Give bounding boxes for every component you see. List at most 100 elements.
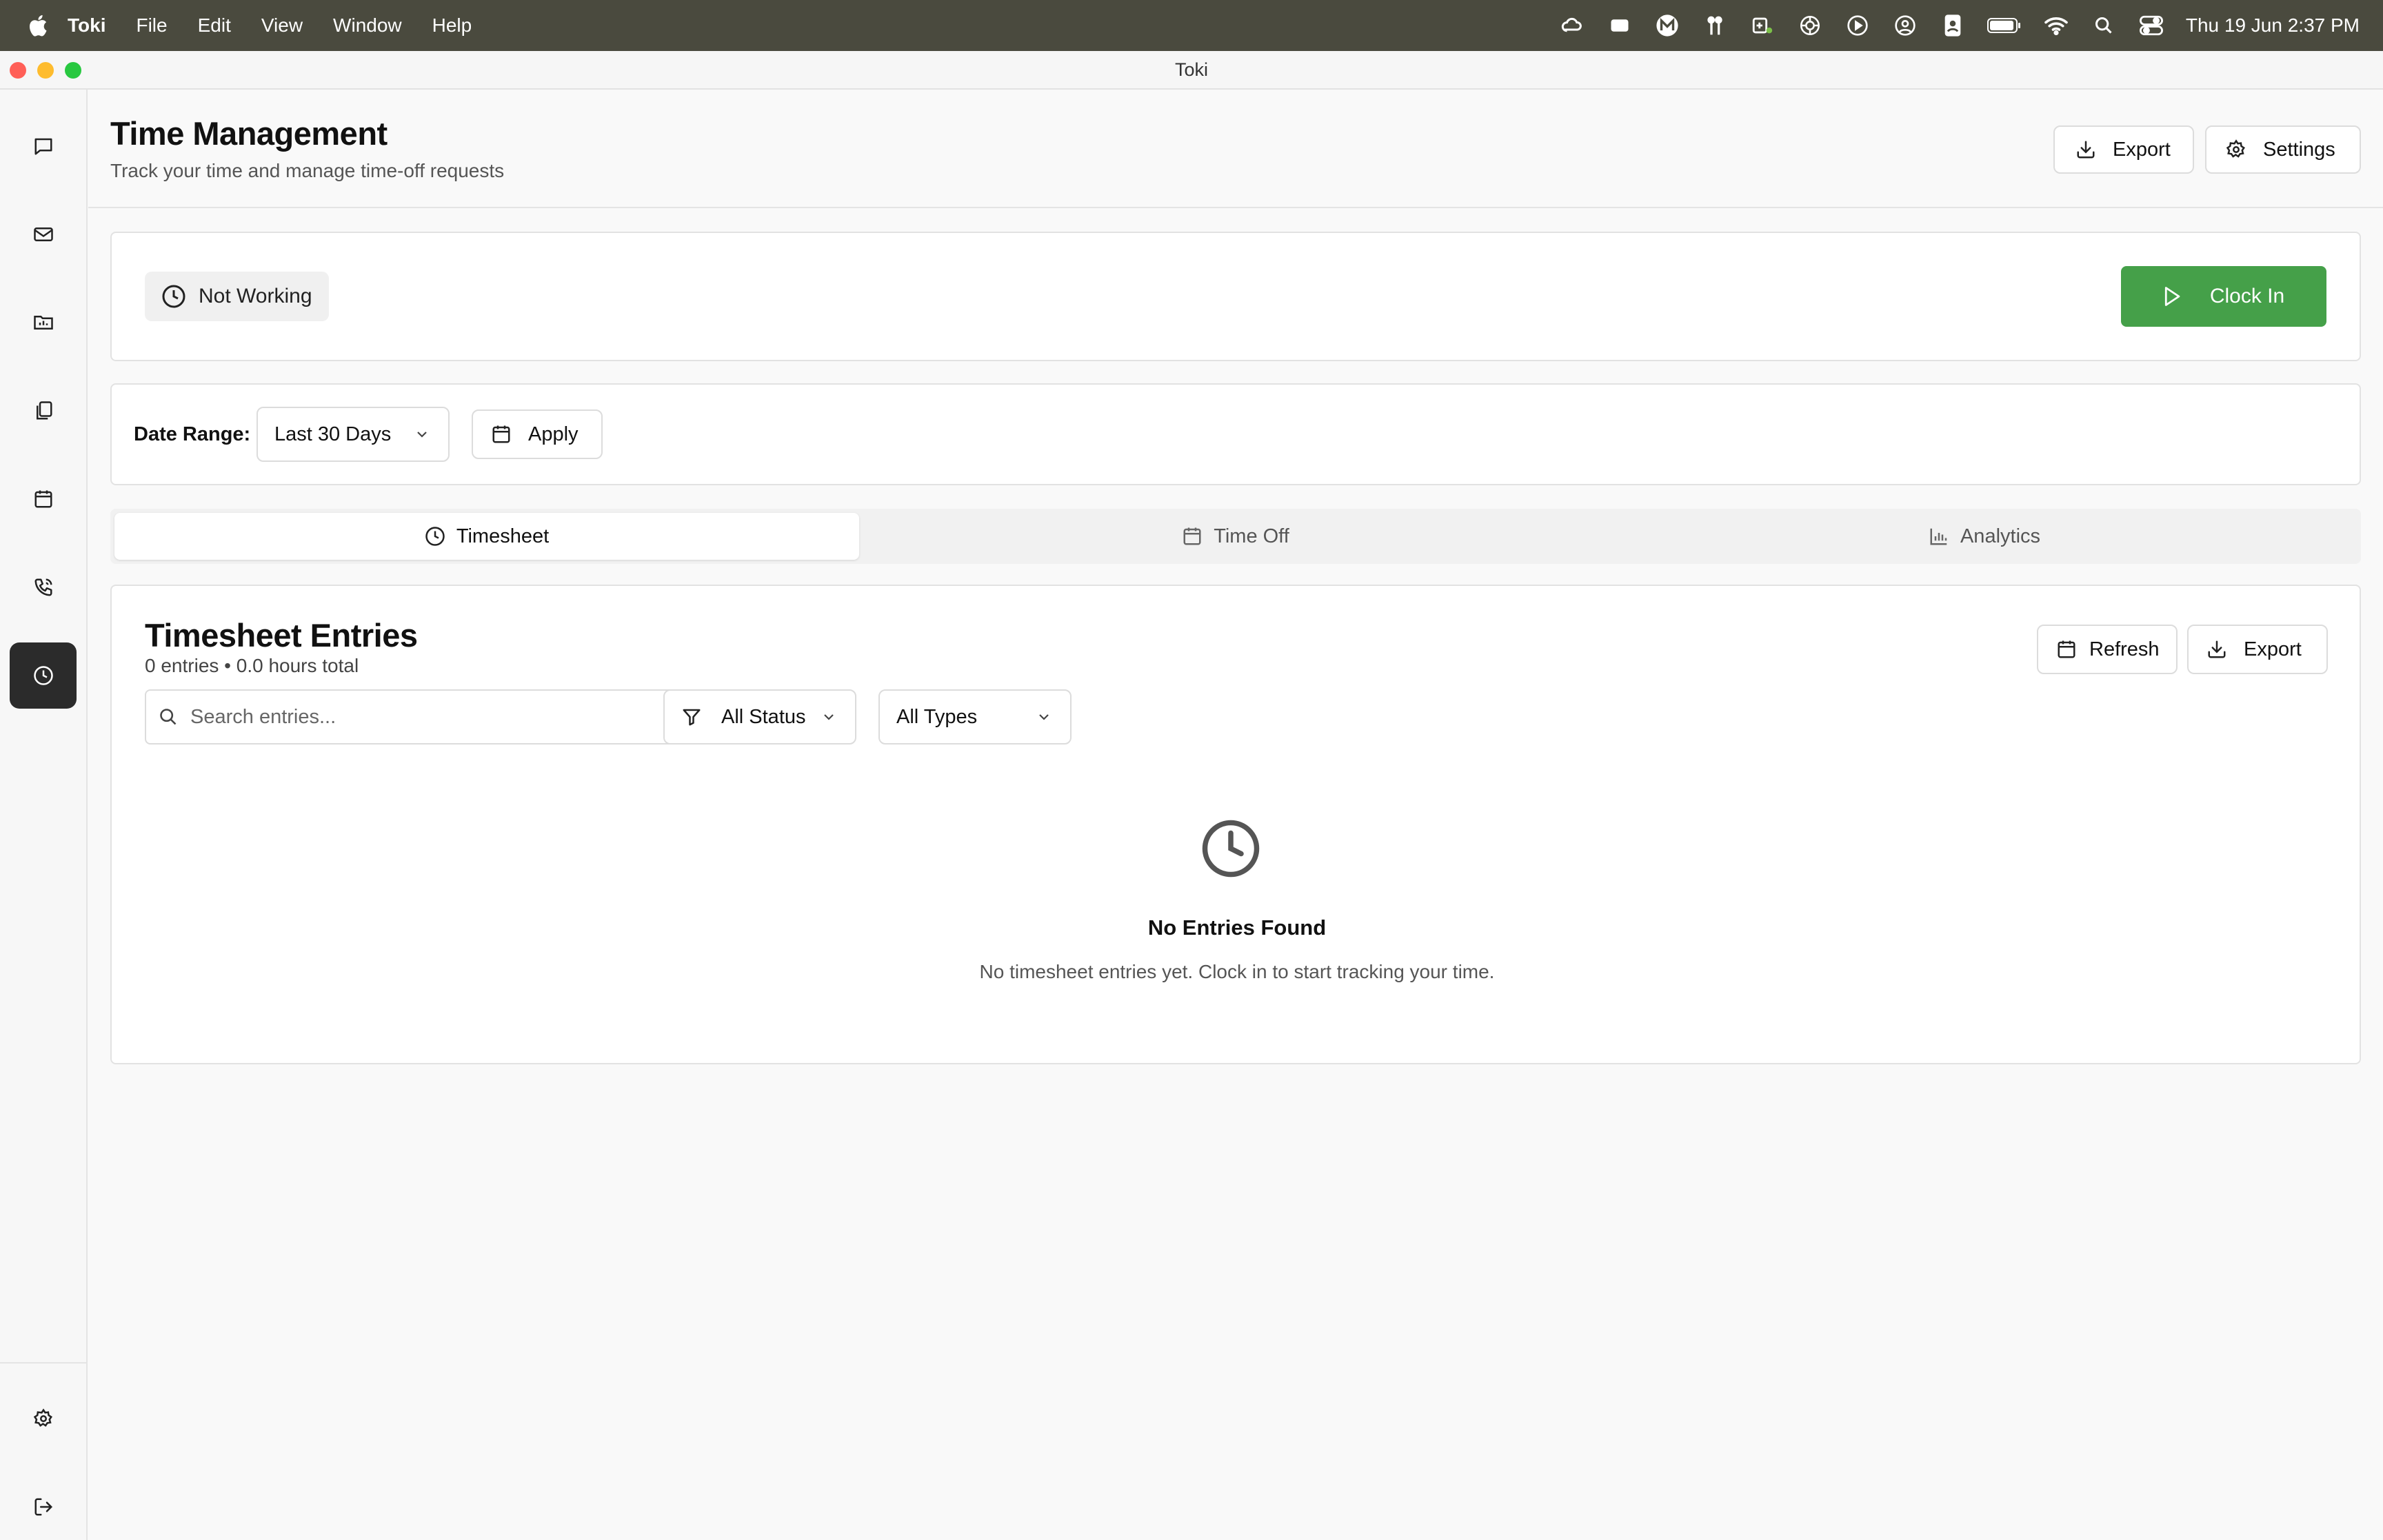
status-text: Not Working bbox=[199, 285, 312, 307]
clock-in-button[interactable]: Clock In bbox=[2121, 266, 2326, 327]
date-range-card: Date Range: Last 30 Days Apply bbox=[110, 383, 2361, 485]
main-content: Time Management Track your time and mana… bbox=[88, 90, 2383, 1540]
tab-analytics[interactable]: Analytics bbox=[1612, 513, 2357, 560]
timesheet-export-button[interactable]: Export bbox=[2187, 625, 2328, 674]
header-export-label: Export bbox=[2113, 138, 2171, 161]
apple-logo-icon[interactable] bbox=[26, 13, 48, 38]
chevron-down-icon bbox=[417, 432, 427, 438]
sidebar-item-time[interactable] bbox=[10, 642, 77, 709]
menu-help[interactable]: Help bbox=[432, 14, 472, 37]
sidebar-divider bbox=[0, 1362, 88, 1364]
play-icon bbox=[2164, 287, 2180, 306]
chatgpt-icon[interactable] bbox=[1796, 12, 1824, 39]
keys-icon[interactable] bbox=[1701, 12, 1729, 39]
video-icon[interactable] bbox=[1606, 12, 1633, 39]
timesheet-export-label: Export bbox=[2244, 638, 2302, 660]
menu-bar: Toki File Edit View Window Help Thu 19 J… bbox=[0, 0, 2383, 51]
calendar-icon bbox=[2058, 640, 2075, 658]
header-settings-button[interactable]: Settings bbox=[2205, 125, 2361, 174]
user-circle-icon[interactable] bbox=[1891, 12, 1919, 39]
header-settings-label: Settings bbox=[2263, 138, 2335, 161]
calendar-icon bbox=[492, 425, 510, 443]
menu-edit[interactable]: Edit bbox=[198, 14, 231, 37]
search-field[interactable] bbox=[145, 689, 674, 744]
minimize-window-button[interactable] bbox=[37, 62, 54, 79]
status-filter-value: All Status bbox=[721, 705, 806, 728]
tab-time-off[interactable]: Time Off bbox=[863, 513, 1608, 560]
status-badge: Not Working bbox=[145, 272, 329, 321]
clock-status-card: Not Working Clock In bbox=[110, 232, 2361, 361]
view-tabs: Timesheet Time Off Analytics bbox=[110, 509, 2361, 564]
filter-icon bbox=[683, 709, 701, 726]
tab-time-off-label: Time Off bbox=[1214, 525, 1289, 547]
empty-clock-icon bbox=[1202, 820, 1260, 878]
sidebar-item-files[interactable] bbox=[10, 290, 77, 356]
menu-window[interactable]: Window bbox=[333, 14, 402, 37]
apply-button[interactable]: Apply bbox=[472, 409, 603, 459]
zoom-window-button[interactable] bbox=[65, 62, 81, 79]
menu-view[interactable]: View bbox=[261, 14, 303, 37]
download-icon bbox=[2208, 640, 2226, 658]
chevron-down-icon bbox=[1039, 714, 1049, 720]
type-filter-value: All Types bbox=[896, 705, 978, 728]
timesheet-summary: 0 entries • 0.0 hours total bbox=[145, 655, 359, 676]
weather-icon[interactable] bbox=[1558, 12, 1586, 39]
search-icon[interactable] bbox=[2090, 12, 2118, 39]
sidebar-item-logout[interactable] bbox=[10, 1474, 77, 1540]
refresh-button[interactable]: Refresh bbox=[2037, 625, 2178, 674]
close-window-button[interactable] bbox=[10, 62, 26, 79]
sidebar-item-mail[interactable] bbox=[10, 201, 77, 267]
sidebar-item-chat[interactable] bbox=[10, 113, 77, 179]
control-center-icon[interactable] bbox=[2138, 12, 2165, 39]
calendar-icon bbox=[1183, 527, 1201, 545]
m-badge-icon[interactable] bbox=[1653, 12, 1681, 39]
page-subtitle: Track your time and manage time-off requ… bbox=[110, 160, 505, 181]
status-filter-select[interactable]: All Status bbox=[663, 689, 856, 744]
wifi-icon[interactable] bbox=[2042, 12, 2070, 39]
mail-icon bbox=[33, 227, 53, 241]
sidebar-item-calls[interactable] bbox=[10, 554, 77, 620]
timesheet-title: Timesheet Entries bbox=[145, 617, 418, 654]
chevron-down-icon bbox=[824, 714, 834, 720]
sidebar-item-settings[interactable] bbox=[10, 1386, 77, 1452]
clock-in-label: Clock In bbox=[2209, 285, 2285, 307]
battery-icon[interactable] bbox=[1987, 12, 2022, 39]
gear-icon bbox=[33, 1408, 52, 1427]
logout-icon bbox=[34, 1498, 52, 1516]
header-export-button[interactable]: Export bbox=[2053, 125, 2194, 174]
bar-chart-icon bbox=[1930, 528, 1947, 545]
page-title: Time Management bbox=[110, 115, 388, 152]
folder-icon bbox=[33, 316, 53, 330]
window-controls bbox=[10, 62, 92, 79]
calendar-icon bbox=[34, 490, 52, 508]
menubar-clock[interactable]: Thu 19 Jun 2:37 PM bbox=[2186, 14, 2360, 37]
badge-icon[interactable] bbox=[1939, 12, 1967, 39]
date-range-label: Date Range: bbox=[134, 423, 251, 445]
tab-timesheet-label: Timesheet bbox=[456, 525, 550, 547]
type-filter-select[interactable]: All Types bbox=[878, 689, 1072, 744]
timesheet-card: Timesheet Entries 0 entries • 0.0 hours … bbox=[110, 585, 2361, 1064]
date-range-value: Last 30 Days bbox=[274, 423, 392, 445]
sidebar-item-calendar[interactable] bbox=[10, 466, 77, 532]
phone-icon bbox=[34, 578, 52, 596]
apply-label: Apply bbox=[528, 423, 579, 445]
documents-icon bbox=[36, 401, 52, 420]
empty-state-title: No Entries Found bbox=[1147, 915, 1327, 940]
date-range-select[interactable]: Last 30 Days bbox=[257, 407, 450, 462]
tab-timesheet[interactable]: Timesheet bbox=[114, 513, 859, 560]
sidebar bbox=[0, 90, 88, 1540]
refresh-label: Refresh bbox=[2089, 638, 2160, 660]
menu-file[interactable]: File bbox=[136, 14, 167, 37]
window-titlebar: Toki bbox=[0, 51, 2383, 90]
clock-icon bbox=[162, 285, 185, 308]
search-icon bbox=[160, 709, 177, 725]
empty-state-text: No timesheet entries yet. Clock in to st… bbox=[979, 961, 1495, 982]
battery-app-icon[interactable] bbox=[1749, 12, 1776, 39]
menu-app-name[interactable]: Toki bbox=[68, 14, 105, 37]
page-header: Time Management Track your time and mana… bbox=[88, 90, 2383, 208]
play-circle-icon[interactable] bbox=[1844, 12, 1871, 39]
window-title: Toki bbox=[1174, 59, 1208, 80]
sidebar-item-documents[interactable] bbox=[10, 378, 77, 444]
status-menus: Thu 19 Jun 2:37 PM bbox=[1538, 0, 2360, 51]
search-input[interactable] bbox=[190, 705, 659, 729]
